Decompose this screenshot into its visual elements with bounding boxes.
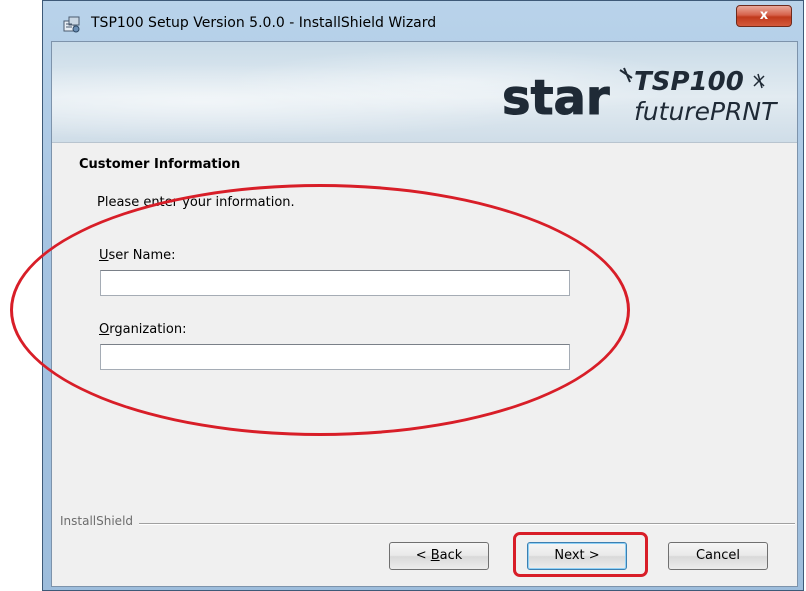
cancel-button[interactable]: Cancel (668, 542, 768, 570)
installer-app-icon (63, 16, 80, 33)
footer-divider (60, 523, 795, 525)
product-sub-text: futurePRNT (634, 97, 778, 126)
brand-text: star (502, 70, 610, 126)
user-name-label: User Name: (99, 248, 176, 263)
title-bar[interactable]: TSP100 Setup Version 5.0.0 - InstallShie… (43, 1, 803, 41)
close-button[interactable]: x (736, 5, 792, 27)
section-title: Customer Information (79, 157, 241, 172)
instruction-text: Please enter your information. (97, 195, 295, 210)
user-name-label-text: ser Name: (108, 248, 176, 263)
product-text: TSP100 (634, 67, 744, 97)
organization-label-text: rganization: (109, 322, 187, 337)
header-banner: star TSP100 futurePRNT (52, 42, 797, 143)
installer-window: TSP100 Setup Version 5.0.0 - InstallShie… (42, 0, 804, 591)
next-button[interactable]: Next > (527, 542, 627, 570)
user-name-input[interactable] (100, 270, 570, 296)
wizard-body: star TSP100 futurePRNT Customer Informat… (51, 41, 798, 587)
organization-input[interactable] (100, 344, 570, 370)
star-logo-icon: star TSP100 futurePRNT (502, 67, 778, 127)
back-button-mnemonic: B (430, 548, 440, 563)
back-button-prefix: < (415, 548, 431, 563)
organization-mnemonic: O (99, 322, 110, 337)
installshield-label: InstallShield (60, 514, 140, 528)
user-name-mnemonic: U (99, 248, 109, 263)
organization-label: Organization: (99, 322, 187, 337)
back-button[interactable]: < Back (389, 542, 489, 570)
back-button-rest: ack (439, 548, 463, 563)
close-icon: x (759, 8, 769, 23)
window-title: TSP100 Setup Version 5.0.0 - InstallShie… (91, 15, 437, 31)
